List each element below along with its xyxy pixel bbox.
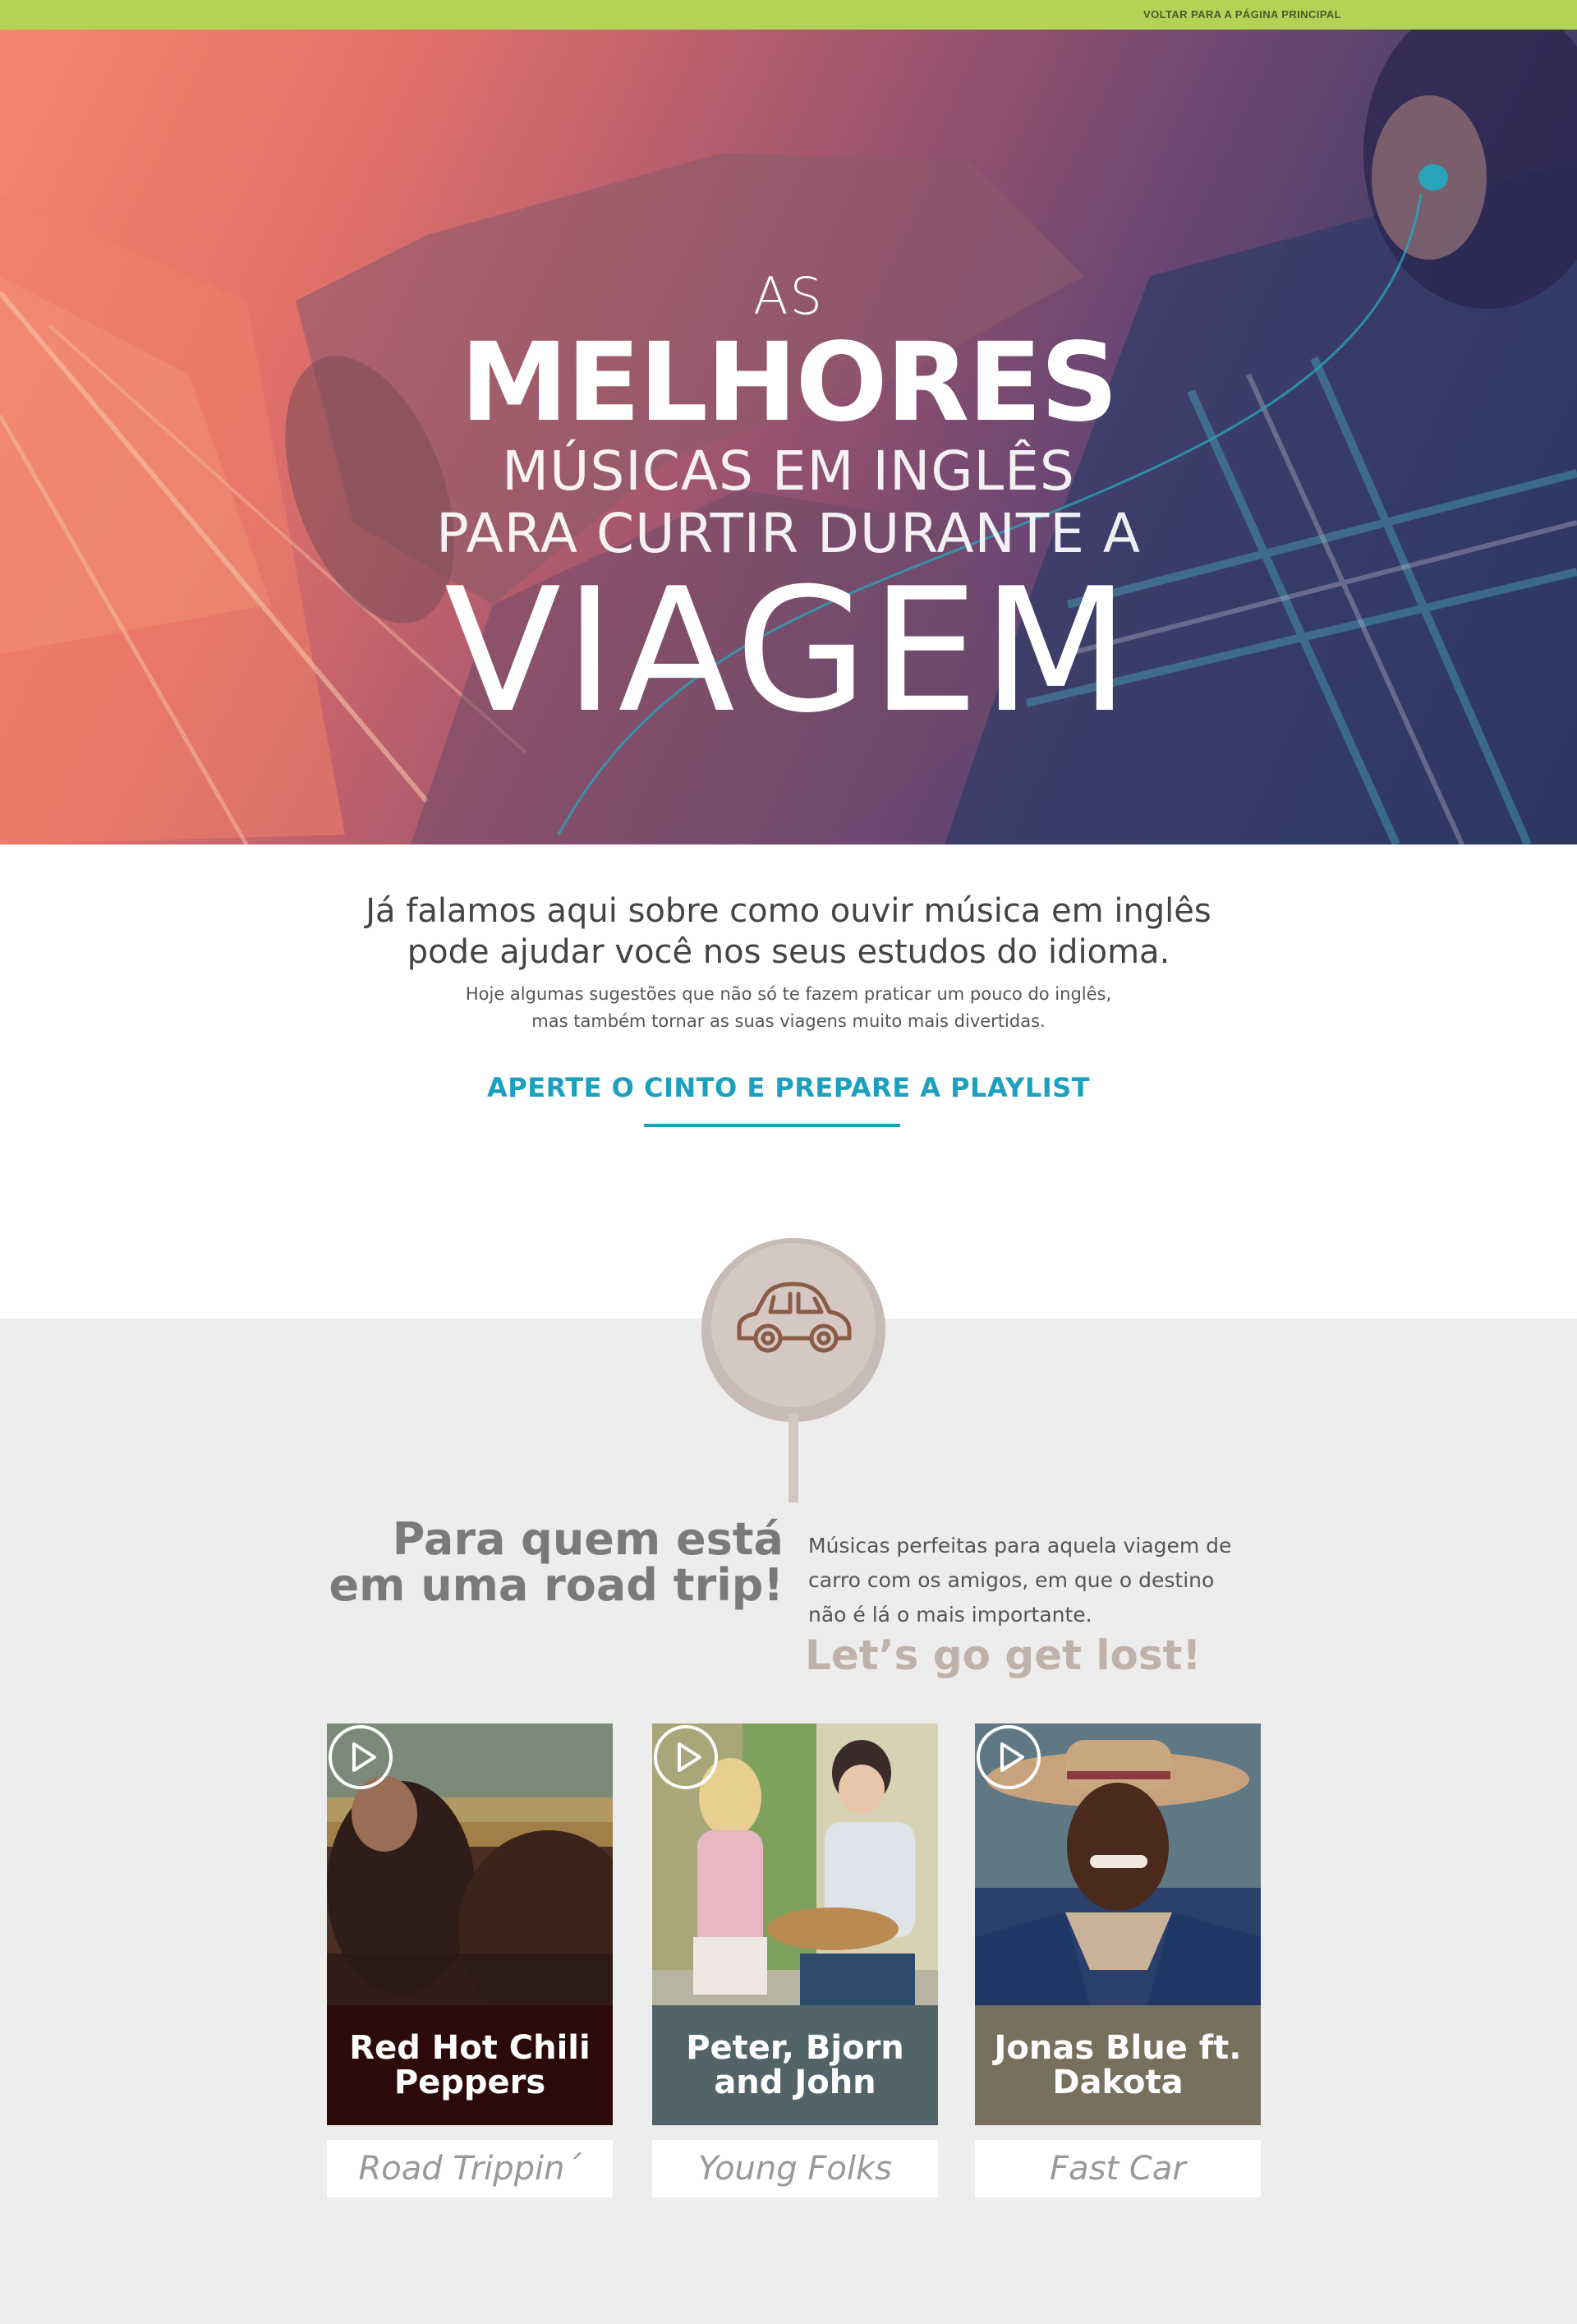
section-desc-line-3: não é lá o mais importante. xyxy=(808,1603,1092,1627)
section-desc-line-2: carro com os amigos, em que o destino xyxy=(808,1568,1215,1592)
play-icon[interactable] xyxy=(975,1723,1042,1791)
artist-name-line-2: and John xyxy=(714,2064,876,2101)
song-title: Road Trippin´ xyxy=(327,2140,613,2197)
back-to-home-link[interactable]: VOLTAR PARA A PÁGINA PRINCIPAL xyxy=(1143,8,1341,21)
artist-name-line-1: Peter, Bjorn xyxy=(686,2029,904,2067)
hero-title-musicas: MÚSICAS EM INGLÊS xyxy=(502,439,1075,503)
playlist-cta-link[interactable]: APERTE O CINTO E PREPARE A PLAYLIST xyxy=(460,1072,1117,1103)
intro-sub-line-2: mas também tornar as suas viagens muito … xyxy=(531,1011,1046,1031)
section-description: Músicas perfeitas para aquela viagem de … xyxy=(808,1529,1235,1632)
intro-lead: Já falamos aqui sobre como ouvir música … xyxy=(296,890,1281,973)
artist-name-line-2: Dakota xyxy=(1052,2064,1184,2101)
artist-name-line-1: Red Hot Chili xyxy=(349,2029,591,2067)
song-card-image[interactable] xyxy=(975,1723,1261,2005)
artist-name-band: Peter, Bjorn and John xyxy=(652,2005,938,2125)
section-desc-line-1: Músicas perfeitas para aquela viagem de xyxy=(808,1534,1232,1558)
song-title: Fast Car xyxy=(975,2140,1261,2197)
song-card-image[interactable] xyxy=(327,1723,613,2005)
song-card-1[interactable]: Red Hot Chili Peppers Road Trippin´ xyxy=(327,1723,613,2197)
song-card-2[interactable]: Peter, Bjorn and John Young Folks xyxy=(652,1723,938,2197)
hero-title: AS MELHORES MÚSICAS EM INGLÊS PARA CURTI… xyxy=(427,266,1150,751)
section-title-line-1: Para quem está xyxy=(392,1513,784,1565)
artist-name-band: Jonas Blue ft. Dakota xyxy=(975,2005,1261,2125)
hero-title-para-curtir: PARA CURTIR DURANTE A xyxy=(435,502,1142,565)
play-icon[interactable] xyxy=(327,1723,394,1791)
artist-name-line-1: Jonas Blue ft. xyxy=(994,2029,1242,2067)
play-icon[interactable] xyxy=(652,1723,720,1791)
top-bar: VOLTAR PARA A PÁGINA PRINCIPAL xyxy=(0,0,1577,30)
artist-name-band: Red Hot Chili Peppers xyxy=(327,2005,613,2125)
song-card-3[interactable]: Jonas Blue ft. Dakota Fast Car xyxy=(975,1723,1261,2197)
hero-title-as: AS xyxy=(753,266,824,326)
cta-underline xyxy=(644,1124,900,1127)
artist-name-line-2: Peppers xyxy=(393,2064,546,2101)
road-trip-marker xyxy=(701,1238,885,1503)
intro-lead-line-1: Já falamos aqui sobre como ouvir música … xyxy=(366,892,1211,930)
section-tagline: Let’s go get lost! xyxy=(805,1631,1202,1679)
section-title-line-2: em uma road trip! xyxy=(329,1559,784,1611)
hero-title-melhores: MELHORES xyxy=(460,320,1118,446)
hero-banner: AS MELHORES MÚSICAS EM INGLÊS PARA CURTI… xyxy=(0,30,1577,844)
song-card-image[interactable] xyxy=(652,1723,938,2005)
section-title: Para quem está em uma road trip! xyxy=(312,1516,784,1608)
intro-sub-line-1: Hoje algumas sugestões que não só te faz… xyxy=(465,984,1112,1004)
song-title: Young Folks xyxy=(652,2140,938,2197)
hero-title-viagem: VIAGEM xyxy=(444,552,1133,751)
intro-subtext: Hoje algumas sugestões que não só te faz… xyxy=(296,981,1281,1035)
intro-lead-line-2: pode ajudar você nos seus estudos do idi… xyxy=(407,933,1170,971)
